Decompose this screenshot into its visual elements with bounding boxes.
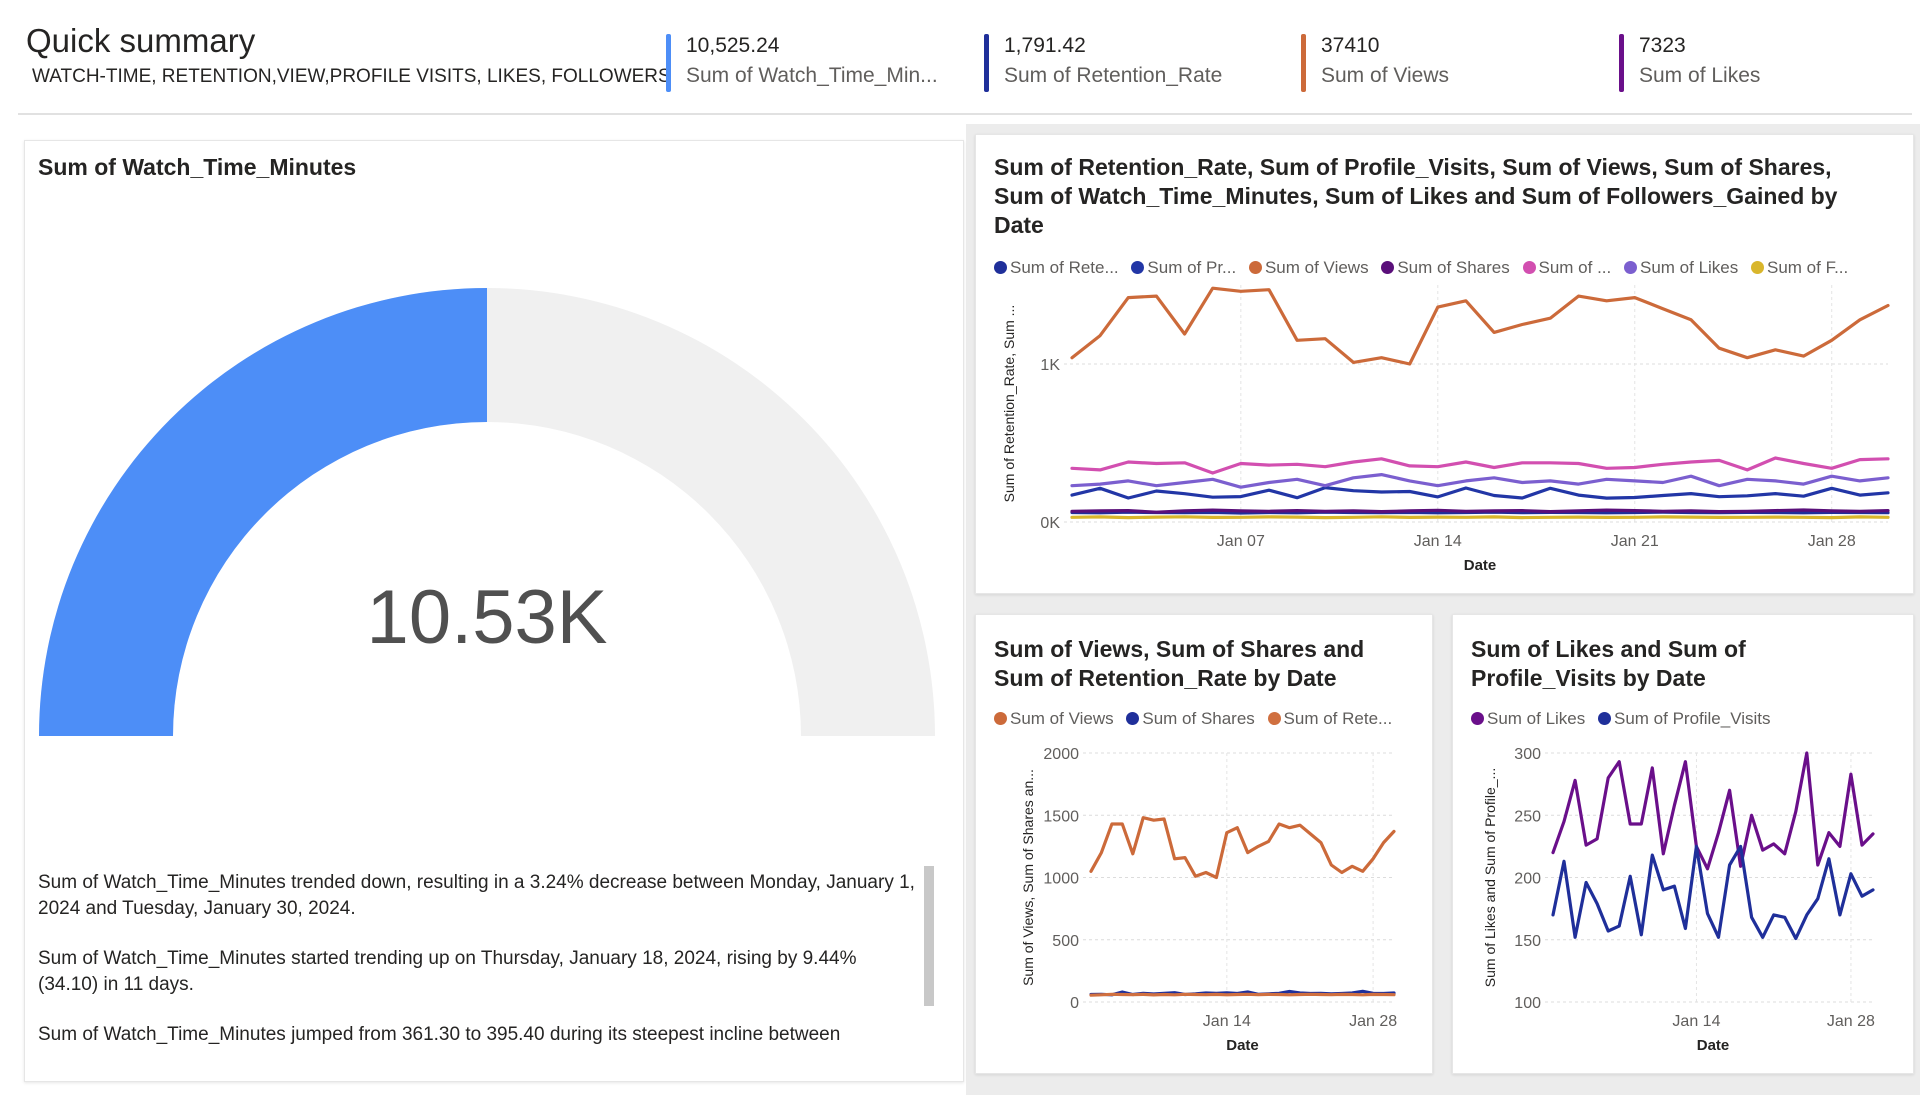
y-tick-label: 250: [1514, 808, 1541, 825]
x-tick-label: Jan 14: [1203, 1013, 1251, 1030]
x-axis-title: Date: [1464, 557, 1497, 574]
x-tick-label: Jan 28: [1349, 1013, 1397, 1030]
gauge-fill: [39, 288, 487, 736]
line-chart-panel-all-metrics[interactable]: Sum of Retention_Rate, Sum of Profile_Vi…: [975, 134, 1914, 594]
series-line-sum-of-likes: [1551, 751, 1875, 871]
series-line-sum-of-profile-visits: [1070, 486, 1890, 500]
x-tick-label: Jan 21: [1611, 533, 1659, 550]
series-line-sum-of-shares: [1070, 508, 1890, 514]
series-line-sum-of-views: [1070, 286, 1890, 366]
x-tick-label: Jan 14: [1672, 1013, 1720, 1030]
kpi-value: 1,791.42: [1004, 34, 1086, 57]
y-tick-label: 0: [1070, 995, 1079, 1012]
header-divider: [18, 113, 1912, 115]
y-axis-title: Sum of Likes and Sum of Profile_...: [1482, 768, 1498, 987]
y-tick-label: 500: [1052, 933, 1079, 950]
page-title: Quick summary: [26, 22, 256, 59]
gauge-chart: 10.53K: [39, 288, 935, 736]
y-tick-label: 200: [1514, 871, 1541, 888]
x-axis-title: Date: [1697, 1037, 1730, 1054]
x-tick-label: Jan 28: [1808, 533, 1856, 550]
narrative-paragraph: Sum of Watch_Time_Minutes trended down, …: [38, 872, 915, 919]
narrative-paragraph: Sum of Watch_Time_Minutes jumped from 36…: [38, 1024, 841, 1045]
y-tick-label: 0K: [1040, 515, 1060, 532]
y-tick-label: 2000: [1043, 746, 1079, 763]
x-tick-label: Jan 14: [1414, 533, 1462, 550]
smart-narrative: Sum of Watch_Time_Minutes trended down, …: [38, 870, 918, 1072]
y-tick-label: 300: [1514, 746, 1541, 763]
kpi-label: Sum of Watch_Time_Min...: [686, 64, 938, 87]
kpi-value: 7323: [1639, 34, 1686, 57]
y-tick-label: 1000: [1043, 871, 1079, 888]
y-tick-label: 150: [1514, 933, 1541, 950]
x-axis-title: Date: [1226, 1037, 1259, 1054]
series-line-sum-of-profile-visits: [1551, 844, 1875, 941]
kpi-accent-bar: [1619, 34, 1624, 92]
x-tick-label: Jan 07: [1217, 533, 1265, 550]
kpi-accent-bar: [1301, 34, 1306, 92]
series-line-sum-of-watch-time-minutes: [1070, 456, 1890, 475]
y-tick-label: 1K: [1040, 357, 1060, 374]
line-chart-panel-views-shares[interactable]: Sum of Views, Sum of Shares and Sum of R…: [975, 614, 1433, 1074]
kpi-label: Sum of Views: [1321, 64, 1449, 87]
y-tick-label: 100: [1514, 995, 1541, 1012]
line-chart-all-metrics: 0K 1K Jan 07 Jan 14 Jan 21 Jan 28 Date Sum of R…: [1001, 285, 1890, 574]
line-chart-views-shares: 0 500 1000 1500 2000 Jan 14 Jan 28 Date Sum of V…: [1020, 746, 1397, 1054]
y-axis-title: Sum of Views, Sum of Shares an...: [1020, 769, 1036, 986]
series-line-sum-of-followers-gained: [1070, 515, 1890, 520]
series-line-sum-of-views: [1089, 816, 1396, 880]
series-line-sum-of-likes: [1070, 473, 1890, 489]
kpi-value: 10,525.24: [686, 34, 780, 57]
line-chart-likes-visits: 100 150 200 250 300 Jan 14 Jan 28 Date Sum of Li…: [1482, 746, 1875, 1054]
line-chart-panel-likes-visits[interactable]: Sum of Likes and Sum of Profile_Visits b…: [1452, 614, 1914, 1074]
kpi-accent-bar: [984, 34, 989, 92]
gauge-value: 10.53K: [367, 575, 608, 660]
y-axis-title: Sum of Retention_Rate, Sum ...: [1001, 305, 1017, 503]
kpi-label: Sum of Likes: [1639, 64, 1761, 87]
page-subtitle: WATCH-TIME, RETENTION,VIEW,PROFILE VISIT…: [32, 66, 671, 87]
kpi-label: Sum of Retention_Rate: [1004, 64, 1223, 87]
y-tick-label: 1500: [1043, 808, 1079, 825]
kpi-accent-bar: [666, 34, 671, 92]
kpi-value: 37410: [1321, 34, 1380, 57]
narrative-scrollbar[interactable]: [924, 866, 934, 1006]
narrative-paragraph: Sum of Watch_Time_Minutes started trendi…: [38, 948, 857, 995]
x-tick-label: Jan 28: [1827, 1013, 1875, 1030]
series-line-sum-of-retention-rate: [1089, 992, 1396, 997]
